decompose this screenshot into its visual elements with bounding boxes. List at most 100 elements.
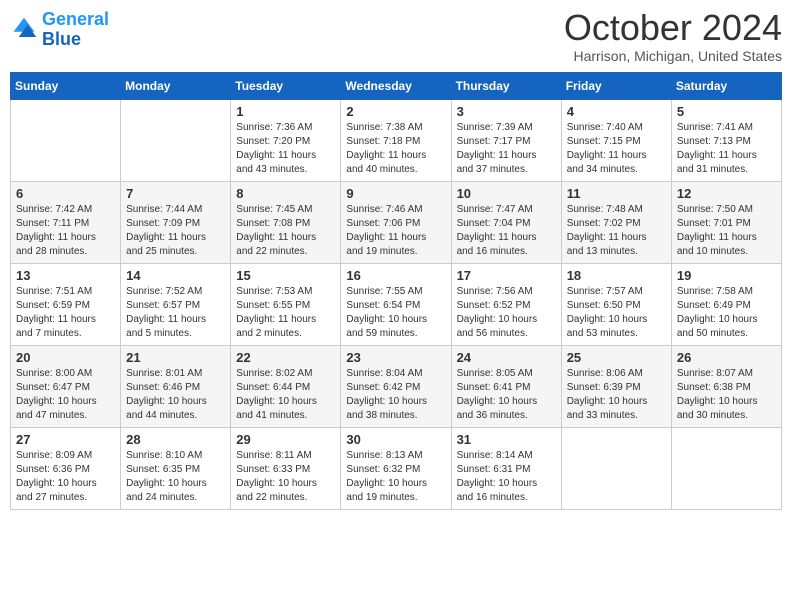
day-number: 22 xyxy=(236,350,335,365)
day-number: 23 xyxy=(346,350,445,365)
calendar-cell: 17 Sunrise: 7:56 AMSunset: 6:52 PMDayligh… xyxy=(451,264,561,346)
day-number: 16 xyxy=(346,268,445,283)
calendar-cell: 22Sunrise: 8:02 AMSunset: 6:44 PMDayligh… xyxy=(231,346,341,428)
cell-info: Sunrise: 8:13 AMSunset: 6:32 PMDaylight:… xyxy=(346,449,445,505)
day-number: 28 xyxy=(126,432,225,447)
cell-info: Sunrise: 8:14 AMSunset: 6:31 PMDaylight:… xyxy=(457,449,556,505)
cell-info: Sunrise: 8:09 AMSunset: 6:36 PMDaylight:… xyxy=(16,449,115,505)
day-number: 3 xyxy=(457,104,556,119)
day-number: 14 xyxy=(126,268,225,283)
day-number: 5 xyxy=(677,104,776,119)
weekday-header-friday: Friday xyxy=(561,73,671,100)
day-number: 21 xyxy=(126,350,225,365)
day-number: 31 xyxy=(457,432,556,447)
calendar-cell: 15Sunrise: 7:53 AMSunset: 6:55 PMDayligh… xyxy=(231,264,341,346)
cell-info: Sunrise: 8:04 AMSunset: 6:42 PMDaylight:… xyxy=(346,367,445,423)
day-number: 15 xyxy=(236,268,335,283)
day-number: 9 xyxy=(346,186,445,201)
calendar-cell: 18Sunrise: 7:57 AMSunset: 6:50 PMDayligh… xyxy=(561,264,671,346)
calendar-cell: 20 Sunrise: 8:00 AMSunset: 6:47 PMDayligh… xyxy=(11,346,121,428)
calendar-cell: 1 Sunrise: 7:36 AMSunset: 7:20 PMDaylight… xyxy=(231,100,341,182)
calendar-cell: 31 Sunrise: 8:14 AMSunset: 6:31 PMDayligh… xyxy=(451,428,561,510)
day-number: 27 xyxy=(16,432,115,447)
calendar-cell: 5 Sunrise: 7:41 AMSunset: 7:13 PMDaylight… xyxy=(671,100,781,182)
cell-info: Sunrise: 7:41 AMSunset: 7:13 PMDaylight:… xyxy=(677,121,776,177)
day-number: 10 xyxy=(457,186,556,201)
cell-info: Sunrise: 8:06 AMSunset: 6:39 PMDaylight:… xyxy=(567,367,666,423)
cell-info: Sunrise: 7:40 AMSunset: 7:15 PMDaylight:… xyxy=(567,121,666,177)
calendar-cell: 26Sunrise: 8:07 AMSunset: 6:38 PMDayligh… xyxy=(671,346,781,428)
calendar-cell: 29Sunrise: 8:11 AMSunset: 6:33 PMDayligh… xyxy=(231,428,341,510)
day-number: 12 xyxy=(677,186,776,201)
day-number: 11 xyxy=(567,186,666,201)
cell-info: Sunrise: 7:56 AMSunset: 6:52 PMDaylight:… xyxy=(457,285,556,341)
calendar-cell: 19 Sunrise: 7:58 AMSunset: 6:49 PMDayligh… xyxy=(671,264,781,346)
page-header: General Blue October 2024 Harrison, Mich… xyxy=(10,10,782,64)
weekday-header-tuesday: Tuesday xyxy=(231,73,341,100)
day-number: 7 xyxy=(126,186,225,201)
cell-info: Sunrise: 7:50 AMSunset: 7:01 PMDaylight:… xyxy=(677,203,776,259)
cell-info: Sunrise: 8:07 AMSunset: 6:38 PMDaylight:… xyxy=(677,367,776,423)
calendar-cell: 12 Sunrise: 7:50 AMSunset: 7:01 PMDayligh… xyxy=(671,182,781,264)
calendar-cell: 14 Sunrise: 7:52 AMSunset: 6:57 PMDayligh… xyxy=(121,264,231,346)
day-number: 24 xyxy=(457,350,556,365)
day-number: 17 xyxy=(457,268,556,283)
cell-info: Sunrise: 8:00 AMSunset: 6:47 PMDaylight:… xyxy=(16,367,115,423)
cell-info: Sunrise: 7:55 AMSunset: 6:54 PMDaylight:… xyxy=(346,285,445,341)
calendar-week-2: 6 Sunrise: 7:42 AMSunset: 7:11 PMDaylight… xyxy=(11,182,782,264)
cell-info: Sunrise: 7:45 AMSunset: 7:08 PMDaylight:… xyxy=(236,203,335,259)
day-number: 2 xyxy=(346,104,445,119)
location: Harrison, Michigan, United States xyxy=(564,48,782,64)
cell-info: Sunrise: 7:39 AMSunset: 7:17 PMDaylight:… xyxy=(457,121,556,177)
weekday-header-monday: Monday xyxy=(121,73,231,100)
cell-info: Sunrise: 7:38 AMSunset: 7:18 PMDaylight:… xyxy=(346,121,445,177)
day-number: 30 xyxy=(346,432,445,447)
cell-info: Sunrise: 8:11 AMSunset: 6:33 PMDaylight:… xyxy=(236,449,335,505)
calendar-cell: 4 Sunrise: 7:40 AMSunset: 7:15 PMDaylight… xyxy=(561,100,671,182)
calendar-cell: 16 Sunrise: 7:55 AMSunset: 6:54 PMDayligh… xyxy=(341,264,451,346)
day-number: 6 xyxy=(16,186,115,201)
calendar-cell: 9 Sunrise: 7:46 AMSunset: 7:06 PMDaylight… xyxy=(341,182,451,264)
day-number: 8 xyxy=(236,186,335,201)
calendar-week-5: 27 Sunrise: 8:09 AMSunset: 6:36 PMDayligh… xyxy=(11,428,782,510)
calendar-cell: 10Sunrise: 7:47 AMSunset: 7:04 PMDayligh… xyxy=(451,182,561,264)
day-number: 20 xyxy=(16,350,115,365)
calendar-cell: 6 Sunrise: 7:42 AMSunset: 7:11 PMDaylight… xyxy=(11,182,121,264)
calendar-cell xyxy=(561,428,671,510)
logo-text: General Blue xyxy=(42,10,109,50)
cell-info: Sunrise: 7:36 AMSunset: 7:20 PMDaylight:… xyxy=(236,121,335,177)
calendar-cell: 27 Sunrise: 8:09 AMSunset: 6:36 PMDayligh… xyxy=(11,428,121,510)
cell-info: Sunrise: 7:46 AMSunset: 7:06 PMDaylight:… xyxy=(346,203,445,259)
weekday-header-row: SundayMondayTuesdayWednesdayThursdayFrid… xyxy=(11,73,782,100)
cell-info: Sunrise: 8:05 AMSunset: 6:41 PMDaylight:… xyxy=(457,367,556,423)
day-number: 25 xyxy=(567,350,666,365)
calendar-cell: 28 Sunrise: 8:10 AMSunset: 6:35 PMDayligh… xyxy=(121,428,231,510)
cell-info: Sunrise: 7:52 AMSunset: 6:57 PMDaylight:… xyxy=(126,285,225,341)
day-number: 1 xyxy=(236,104,335,119)
logo: General Blue xyxy=(10,10,109,50)
logo-icon xyxy=(10,16,38,44)
weekday-header-saturday: Saturday xyxy=(671,73,781,100)
cell-info: Sunrise: 7:44 AMSunset: 7:09 PMDaylight:… xyxy=(126,203,225,259)
calendar-cell: 11Sunrise: 7:48 AMSunset: 7:02 PMDayligh… xyxy=(561,182,671,264)
calendar-cell xyxy=(121,100,231,182)
day-number: 4 xyxy=(567,104,666,119)
day-number: 13 xyxy=(16,268,115,283)
cell-info: Sunrise: 8:10 AMSunset: 6:35 PMDaylight:… xyxy=(126,449,225,505)
day-number: 19 xyxy=(677,268,776,283)
calendar-cell: 30 Sunrise: 8:13 AMSunset: 6:32 PMDayligh… xyxy=(341,428,451,510)
calendar-cell: 2 Sunrise: 7:38 AMSunset: 7:18 PMDaylight… xyxy=(341,100,451,182)
weekday-header-wednesday: Wednesday xyxy=(341,73,451,100)
calendar-cell: 25 Sunrise: 8:06 AMSunset: 6:39 PMDayligh… xyxy=(561,346,671,428)
day-number: 18 xyxy=(567,268,666,283)
cell-info: Sunrise: 8:01 AMSunset: 6:46 PMDaylight:… xyxy=(126,367,225,423)
weekday-header-thursday: Thursday xyxy=(451,73,561,100)
calendar-cell: 7 Sunrise: 7:44 AMSunset: 7:09 PMDaylight… xyxy=(121,182,231,264)
calendar-cell: 13Sunrise: 7:51 AMSunset: 6:59 PMDayligh… xyxy=(11,264,121,346)
calendar-week-4: 20 Sunrise: 8:00 AMSunset: 6:47 PMDayligh… xyxy=(11,346,782,428)
cell-info: Sunrise: 7:42 AMSunset: 7:11 PMDaylight:… xyxy=(16,203,115,259)
calendar-cell: 23 Sunrise: 8:04 AMSunset: 6:42 PMDayligh… xyxy=(341,346,451,428)
month-title: October 2024 xyxy=(564,10,782,46)
cell-info: Sunrise: 7:58 AMSunset: 6:49 PMDaylight:… xyxy=(677,285,776,341)
calendar-cell: 8 Sunrise: 7:45 AMSunset: 7:08 PMDaylight… xyxy=(231,182,341,264)
